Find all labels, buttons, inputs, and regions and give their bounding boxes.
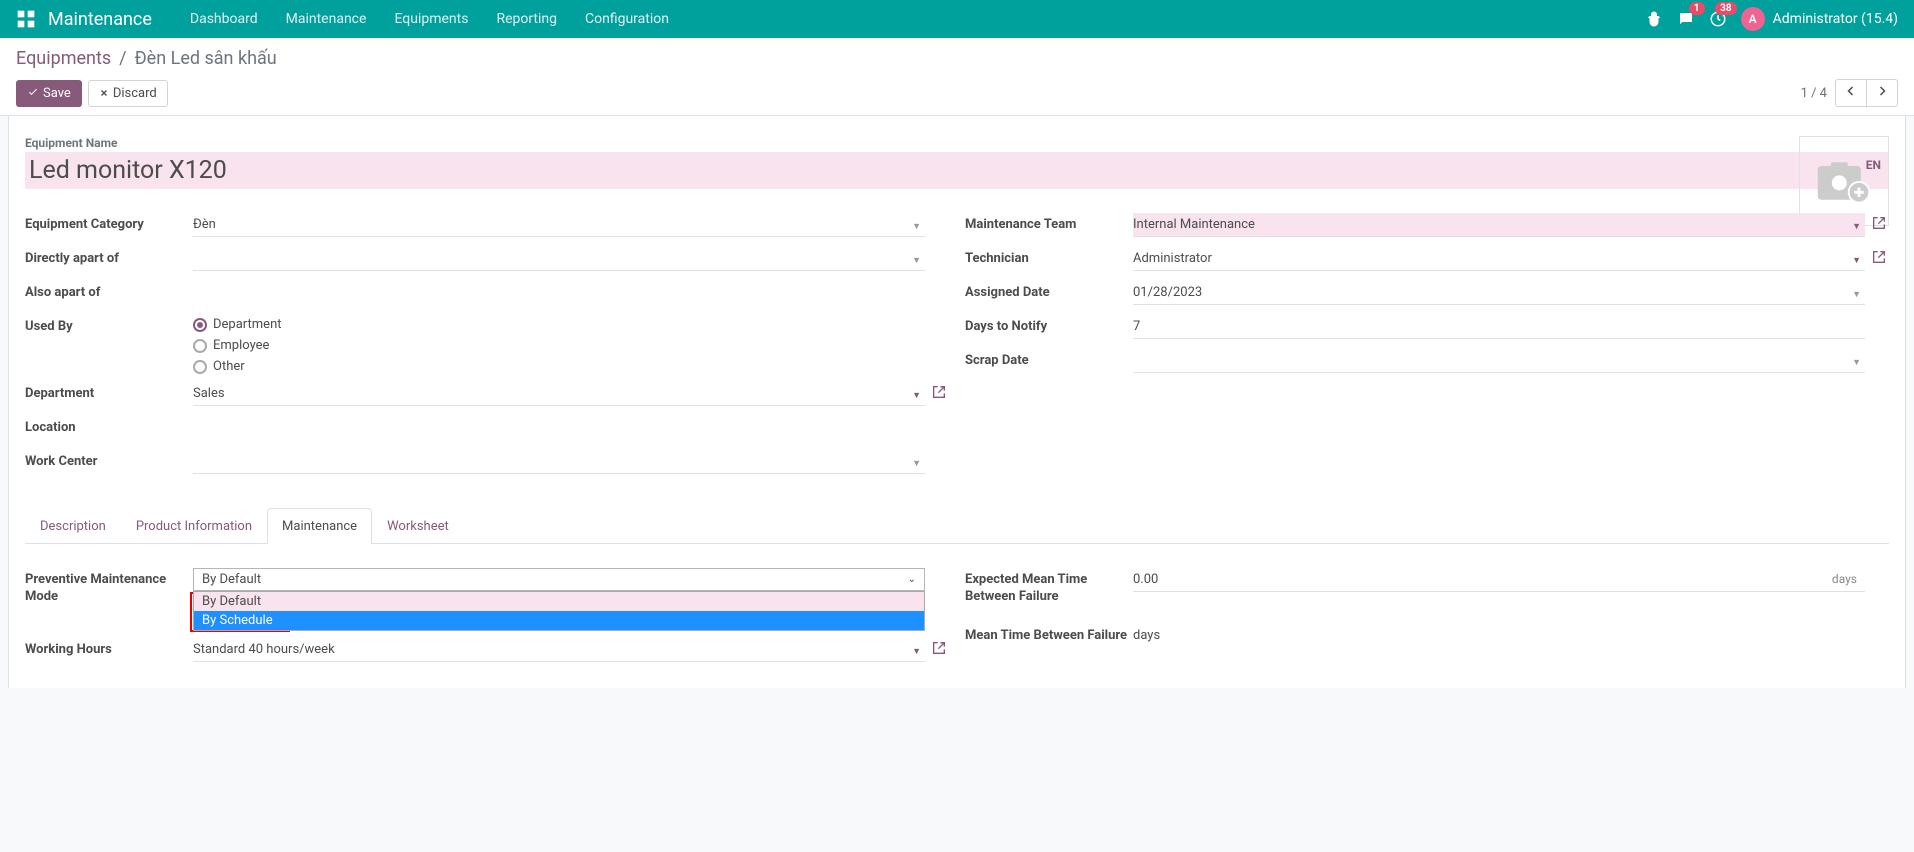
tab-product-info[interactable]: Product Information [121,508,267,544]
external-link-icon[interactable] [931,384,947,404]
activities-icon[interactable]: 38 [1709,10,1727,28]
dd-option-schedule[interactable]: By Schedule [194,611,924,630]
field-technician[interactable]: Administrator [1133,247,1865,271]
used-by-radio-group: Department Employee Other [193,315,925,374]
radio-employee[interactable]: Employee [193,338,925,353]
chevron-down-icon: ▼ [912,458,921,469]
field-working-hours[interactable]: Standard 40 hours/week [193,638,925,662]
label-directly-apart: Directly apart of [25,247,193,266]
radio-department[interactable]: Department [193,317,925,332]
chevron-down-icon: ▼ [912,390,921,401]
user-name: Administrator (15.4) [1773,11,1898,27]
label-also-apart: Also apart of [25,281,193,300]
label-equipment-category: Equipment Category [25,213,193,232]
avatar: A [1741,7,1765,31]
chevron-down-icon: ▼ [1852,221,1861,232]
pager-next[interactable] [1866,79,1898,107]
action-bar: Save Discard 1 / 4 [0,69,1914,116]
chevron-down-icon: ▼ [912,646,921,657]
label-expected-mtbf: Expected Mean Time Between Failure [965,568,1133,606]
field-assigned-date[interactable]: 01/28/2023 [1133,281,1865,305]
field-preventive-mode[interactable]: By Default ⌄ By Default By Schedule [193,568,925,591]
nav-equipments[interactable]: Equipments [380,11,482,27]
label-used-by: Used By [25,315,193,334]
equipment-name-input[interactable] [25,152,1889,189]
preventive-mode-value: By Default [202,572,261,587]
nav-configuration[interactable]: Configuration [571,11,683,27]
field-scrap-date[interactable] [1133,349,1865,373]
form-wrap: Equipment Name EN Equipment Category Đèn… [0,116,1914,688]
tab-description[interactable]: Description [25,508,121,544]
pager-prev[interactable] [1835,79,1866,107]
chevron-down-icon: ▼ [1852,357,1861,368]
chevron-down-icon: ▼ [912,221,921,232]
nav-reporting[interactable]: Reporting [482,11,571,27]
app-name[interactable]: Maintenance [48,9,152,30]
label-working-hours: Working Hours [25,638,193,657]
pager: 1 / 4 [1801,79,1898,107]
discard-button[interactable]: Discard [88,80,168,107]
apps-icon[interactable] [16,9,36,29]
save-button[interactable]: Save [16,80,82,107]
label-work-center: Work Center [25,450,193,469]
chevron-down-icon: ▼ [912,255,921,266]
messages-icon[interactable]: 1 [1677,10,1695,28]
chevron-down-icon: ▼ [1852,255,1861,266]
form-left-col: Equipment Category Đèn ▼ Directly apart … [25,209,925,480]
debug-icon[interactable] [1645,10,1663,28]
breadcrumb: Equipments / Đèn Led sân khấu [16,48,277,69]
breadcrumb-bar: Equipments / Đèn Led sân khấu [0,38,1914,69]
label-days-notify: Days to Notify [965,315,1133,334]
form-sheet: Equipment Name EN Equipment Category Đèn… [8,116,1906,688]
external-link-icon[interactable] [1871,249,1887,269]
tabs: Description Product Information Maintena… [25,508,1889,544]
field-work-center[interactable] [193,450,925,474]
field-maintenance-team[interactable]: Internal Maintenance [1133,213,1865,237]
external-link-icon[interactable] [931,640,947,660]
field-directly-apart[interactable] [193,247,925,271]
breadcrumb-current: Đèn Led sân khấu [135,48,277,69]
navbar-left: Maintenance Dashboard Maintenance Equipm… [16,9,683,30]
form-right-col: Maintenance Team Internal Maintenance ▼ … [965,209,1889,480]
breadcrumb-sep: / [119,48,126,69]
chevron-down-icon: ⌄ [908,574,916,585]
tab-worksheet[interactable]: Worksheet [372,508,464,544]
field-mtbf: days [1133,624,1865,643]
pager-text[interactable]: 1 / 4 [1801,86,1827,101]
external-link-icon[interactable] [1871,215,1887,235]
field-expected-mtbf[interactable]: 0.00 [1133,568,1865,592]
messages-badge: 1 [1689,2,1705,15]
save-label: Save [43,86,71,101]
activities-badge: 38 [1715,2,1736,15]
label-assigned-date: Assigned Date [965,281,1133,300]
label-mtbf: Mean Time Between Failure [965,624,1133,645]
radio-other[interactable]: Other [193,359,925,374]
field-also-apart[interactable] [193,281,925,304]
form-header: Equipment Name EN [25,136,1889,189]
label-department: Department [25,382,193,401]
chevron-down-icon: ▼ [1852,289,1861,300]
field-equipment-category[interactable]: Đèn [193,213,925,237]
field-department[interactable]: Sales [193,382,925,406]
label-preventive-mode: Preventive Maintenance Mode [25,568,193,606]
nav-maintenance[interactable]: Maintenance [272,11,381,27]
discard-label: Discard [113,86,157,101]
tab-content-maintenance: Preventive Maintenance Mode By Default ⌄… [25,544,1889,688]
nav-dashboard[interactable]: Dashboard [176,11,272,27]
field-location[interactable] [193,416,925,439]
navbar-right: 1 38 A Administrator (15.4) [1645,7,1898,31]
label-location: Location [25,416,193,435]
label-technician: Technician [965,247,1133,266]
label-scrap-date: Scrap Date [965,349,1133,368]
tab-maintenance[interactable]: Maintenance [267,508,372,544]
label-maintenance-team: Maintenance Team [965,213,1133,232]
preventive-mode-dropdown: By Default By Schedule [193,591,925,631]
unit-days: days [1832,572,1857,586]
field-days-notify[interactable]: 7 [1133,315,1865,339]
dd-option-default[interactable]: By Default [194,592,924,611]
top-navbar: Maintenance Dashboard Maintenance Equipm… [0,0,1914,38]
breadcrumb-root[interactable]: Equipments [16,48,111,69]
user-menu[interactable]: A Administrator (15.4) [1741,7,1898,31]
equipment-name-label: Equipment Name [25,136,1889,150]
